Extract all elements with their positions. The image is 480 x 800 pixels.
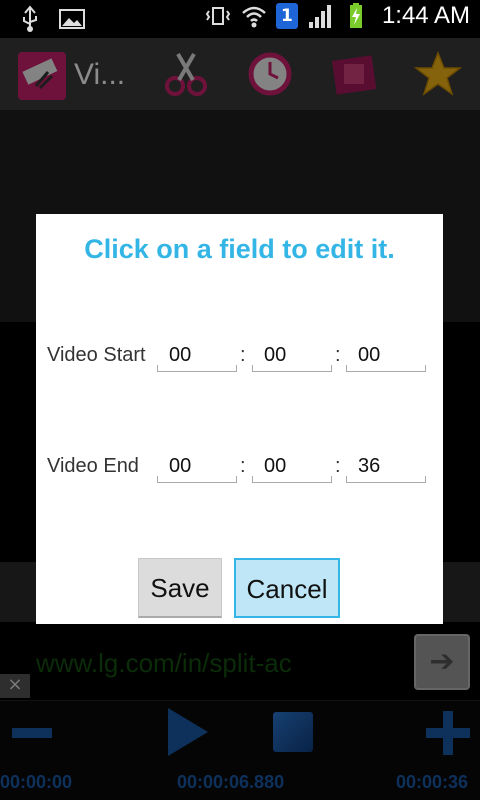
save-button[interactable]: Save <box>138 558 222 618</box>
start-hours-field[interactable]: 00 <box>157 342 237 372</box>
separator: : <box>240 455 246 477</box>
usb-icon <box>23 5 37 32</box>
end-minutes-field[interactable]: 00 <box>252 453 332 483</box>
end-seconds-field[interactable]: 36 <box>346 453 426 483</box>
video-end-label: Video End <box>47 455 139 477</box>
wifi-icon <box>242 6 266 28</box>
sim-badge-icon: 1 <box>275 3 298 29</box>
separator: : <box>240 344 246 366</box>
cancel-button[interactable]: Cancel <box>234 558 340 618</box>
battery-charging-icon <box>349 3 362 28</box>
vibrate-icon <box>205 7 231 25</box>
end-hours-field[interactable]: 00 <box>157 453 237 483</box>
signal-icon <box>308 5 331 28</box>
dialog-title: Click on a field to edit it. <box>84 234 395 264</box>
start-minutes-field[interactable]: 00 <box>252 342 332 372</box>
status-bar: 1 1:44 AM <box>0 0 480 38</box>
status-clock: 1:44 AM <box>381 2 470 29</box>
edit-time-dialog: Click on a field to edit it. Video Start… <box>36 214 443 624</box>
image-icon <box>59 9 85 29</box>
start-seconds-field[interactable]: 00 <box>346 342 426 372</box>
separator: : <box>335 344 341 366</box>
separator: : <box>335 455 341 477</box>
video-start-label: Video Start <box>47 344 146 366</box>
